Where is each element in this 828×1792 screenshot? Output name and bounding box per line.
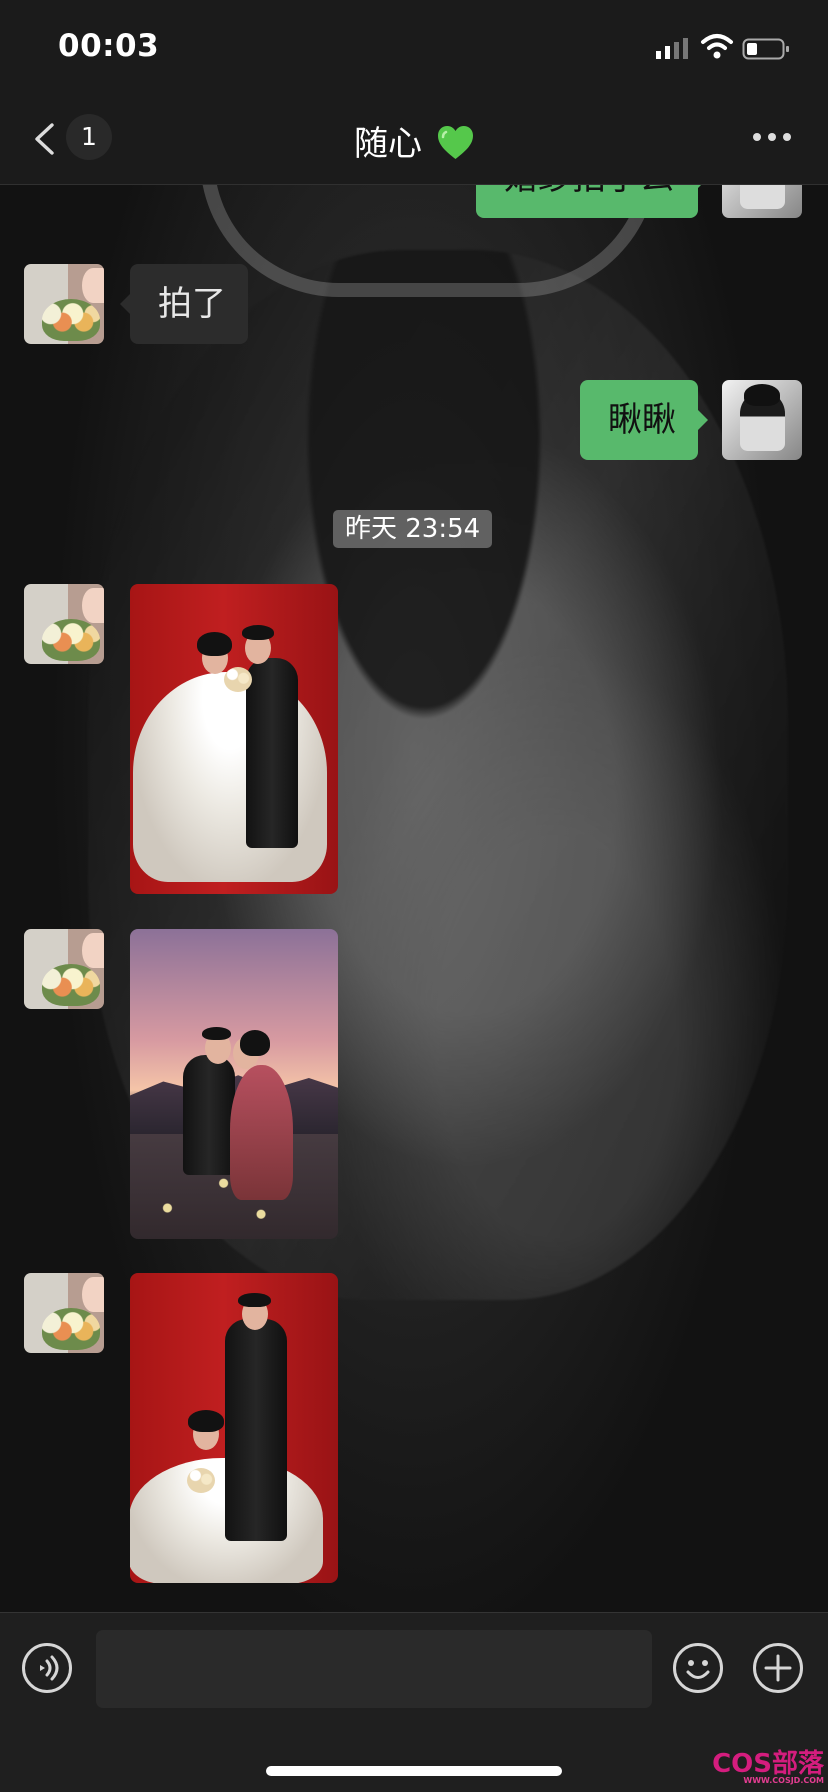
friend-avatar[interactable] [24, 264, 104, 344]
message-timestamp: 昨天 23:54 [333, 510, 493, 548]
message-text: 瞅瞅 [608, 400, 676, 440]
home-indicator [266, 1766, 562, 1776]
friend-avatar[interactable] [24, 584, 104, 664]
bride-hair [197, 632, 232, 656]
message-input[interactable] [96, 1630, 652, 1708]
friend-avatar-face [82, 268, 104, 303]
chevron-left-icon [35, 123, 54, 155]
voice-icon [40, 1655, 59, 1681]
plus-button[interactable] [753, 1643, 803, 1693]
bride-hair [188, 1410, 224, 1432]
friend-avatar-face [82, 933, 104, 968]
chat-header: 1 随心 [0, 96, 828, 185]
groom-hair [202, 1027, 231, 1040]
unread-count-badge: 1 [66, 114, 112, 160]
self-avatar-person [740, 184, 785, 209]
friend-avatar[interactable] [24, 1273, 104, 1353]
flower-bouquet-icon [42, 964, 100, 1006]
bridal-bouquet [224, 667, 252, 692]
status-time: 00:03 [58, 28, 160, 64]
wedding-photo-sunset-kiss[interactable] [130, 929, 338, 1239]
self-avatar-hair [744, 384, 780, 406]
battery-icon [742, 38, 789, 60]
chat-title: 随心 [354, 116, 475, 165]
groom-suit [246, 658, 298, 848]
green-heart-icon [437, 126, 473, 159]
emoji-icon [686, 1660, 710, 1679]
message-bubble-outgoing[interactable]: 瞅瞅 [580, 380, 708, 460]
friend-avatar[interactable] [24, 929, 104, 1009]
contact-name: 随心 [354, 124, 422, 164]
status-bar: 00:03 [0, 0, 828, 96]
friend-avatar-face [82, 588, 104, 623]
watermark-brand: COS部落 [712, 1749, 824, 1779]
bride-dress [230, 1065, 293, 1200]
flower-bouquet-icon [42, 1308, 100, 1350]
voice-button[interactable] [22, 1643, 72, 1693]
plus-icon [764, 1654, 792, 1682]
wifi-icon [701, 34, 733, 59]
more-icon[interactable] [752, 124, 792, 150]
flower-bouquet-icon [42, 619, 100, 661]
message-text: 婚纱拍了么 [504, 184, 674, 198]
groom-suit [183, 1055, 235, 1175]
message-text: 拍了 [158, 284, 226, 324]
groom-suit [225, 1319, 287, 1541]
groom-hair [242, 625, 274, 640]
message-bubble-outgoing[interactable]: 婚纱拍了么 [476, 184, 708, 218]
wedding-photo-red-seated[interactable] [130, 1273, 338, 1583]
flower-bouquet-icon [42, 299, 100, 341]
self-avatar[interactable] [722, 184, 802, 218]
bride-hair [240, 1030, 270, 1056]
cellular-signal-icon [656, 38, 688, 59]
friend-avatar-face [82, 1277, 104, 1312]
watermark: COS部落 WWW.COSJD.COM [712, 1749, 824, 1786]
groom-hair [238, 1293, 271, 1307]
bridal-bouquet [187, 1468, 215, 1493]
back-button[interactable]: 1 [28, 112, 112, 164]
self-avatar[interactable] [722, 380, 802, 460]
wechat-chat-screen: 00:03 1 随心 拍了 瞅瞅 昨天 23:54 COS部落 WWW.COSJ… [0, 0, 828, 1792]
message-input-bar: COS部落 WWW.COSJD.COM [0, 1612, 828, 1792]
message-bubble-incoming[interactable]: 拍了 [120, 264, 248, 344]
emoji-button[interactable] [673, 1643, 723, 1693]
wedding-photo-red-studio[interactable] [130, 584, 338, 894]
message-list[interactable]: 婚纱拍了么 拍了 瞅瞅 昨天 23:54 [0, 184, 828, 1612]
